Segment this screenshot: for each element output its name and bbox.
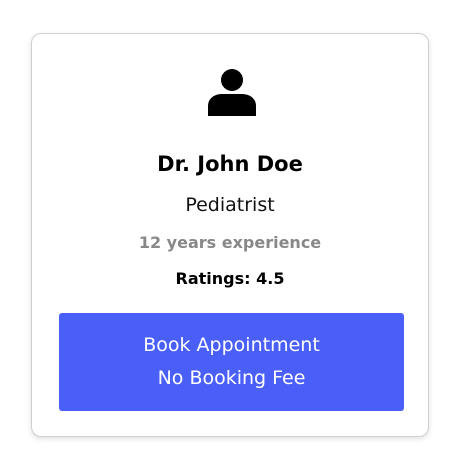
doctor-specialty: Pediatrist (185, 194, 275, 216)
no-booking-fee-label: No Booking Fee (157, 367, 306, 389)
book-appointment-button[interactable]: Book Appointment No Booking Fee (59, 313, 404, 411)
book-appointment-label: Book Appointment (143, 334, 320, 356)
user-icon (208, 69, 256, 116)
doctor-card: Dr. John Doe Pediatrist 12 years experie… (31, 33, 429, 437)
doctor-ratings: Ratings: 4.5 (175, 269, 285, 288)
doctor-name: Dr. John Doe (157, 152, 303, 176)
doctor-experience: 12 years experience (138, 233, 322, 252)
